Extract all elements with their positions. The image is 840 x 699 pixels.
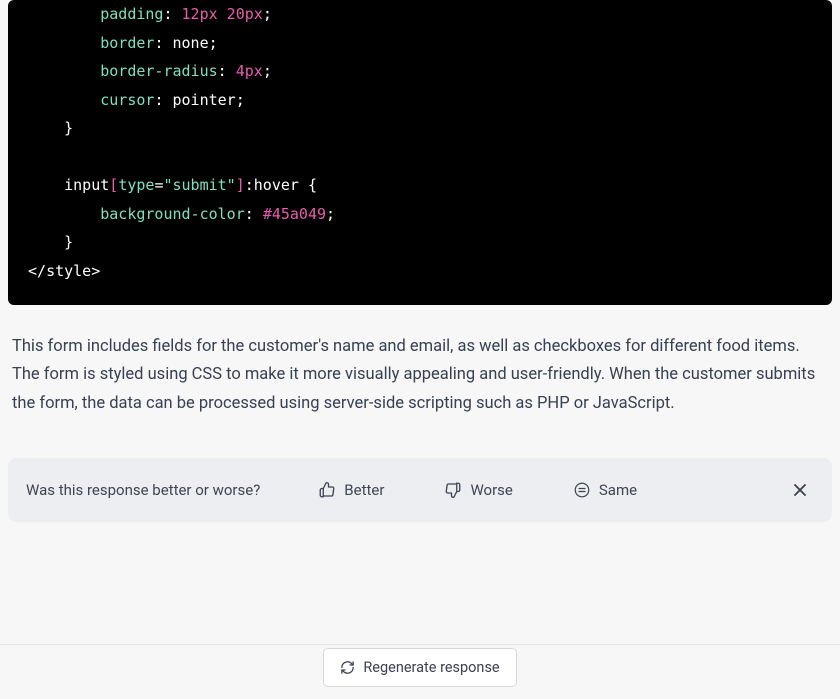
feedback-prompt: Was this response better or worse? [26,481,260,499]
code-token: padding [100,5,163,23]
code-token: background-color [100,205,245,223]
code-token: cursor [100,91,154,109]
code-token [28,62,100,80]
response-description: This form includes fields for the custom… [0,305,840,438]
code-token [28,5,100,23]
code-token [28,34,100,52]
code-token: ; [263,5,272,23]
feedback-bar: Was this response better or worse? Bette… [8,458,832,522]
code-token [28,119,64,137]
feedback-same-label: Same [599,481,637,499]
code-token: > [91,262,100,280]
code-token [28,176,64,194]
code-token: border [100,34,154,52]
code-token: [ [109,176,118,194]
code-token: #45a049 [263,205,326,223]
code-token: ; [263,62,272,80]
code-token: border-radius [100,62,217,80]
code-token: "submit" [163,176,235,194]
code-token: pointer [173,91,236,109]
code-token: type [118,176,154,194]
feedback-same-button[interactable]: Same [567,477,643,503]
code-token [28,205,100,223]
code-token: : [154,91,172,109]
feedback-better-label: Better [344,481,384,499]
code-token: :hover [245,176,308,194]
code-token [28,233,64,251]
code-block: padding: 12px 20px; border: none; border… [8,0,832,305]
thumbs-down-icon [444,481,462,499]
code-token: ; [326,205,335,223]
code-token [28,91,100,109]
code-token: : [154,34,172,52]
divider [0,644,840,645]
code-token: style [46,262,91,280]
feedback-worse-label: Worse [470,481,512,499]
regenerate-label: Regenerate response [363,659,499,676]
code-token: </ [28,262,46,280]
refresh-icon [340,660,355,675]
code-token: : [218,62,236,80]
code-token: } [64,233,73,251]
feedback-better-button[interactable]: Better [312,477,390,503]
code-token: input [64,176,109,194]
code-token: 4px [236,62,263,80]
code-token: ; [236,91,245,109]
code-token: 12px 20px [182,5,263,23]
code-token: none [173,34,209,52]
feedback-close-button[interactable] [786,476,814,504]
thumbs-up-icon [318,481,336,499]
regenerate-button[interactable]: Regenerate response [323,648,516,687]
equals-icon [573,481,591,499]
code-token: : [163,5,181,23]
close-icon [790,480,810,500]
feedback-worse-button[interactable]: Worse [438,477,518,503]
code-content: padding: 12px 20px; border: none; border… [8,0,832,285]
code-token: ] [236,176,245,194]
code-token: } [64,119,73,137]
code-token: { [308,176,317,194]
code-token: ; [209,34,218,52]
code-token: : [245,205,263,223]
